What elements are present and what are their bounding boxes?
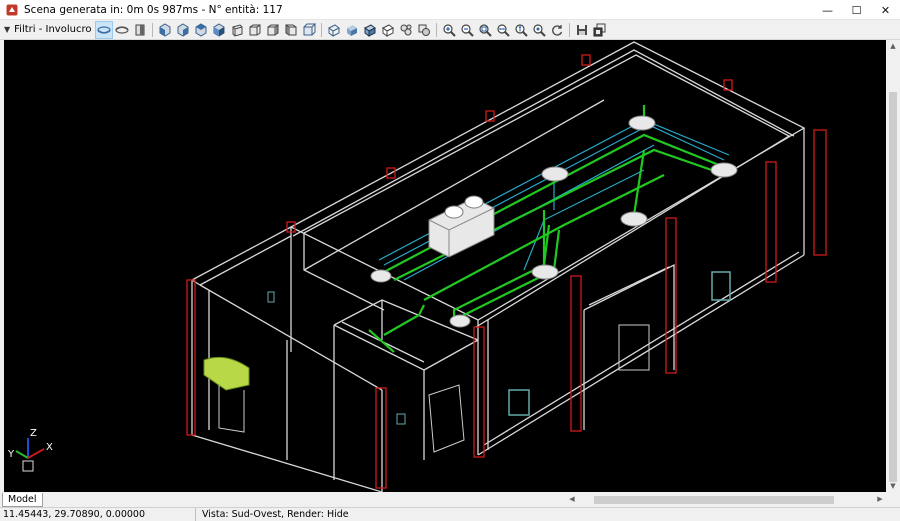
render-alt-button[interactable]	[416, 22, 432, 38]
view-left-icon	[177, 22, 189, 37]
title-bar: Scena generata in: 0m 0s 987ms - N° enti…	[0, 0, 900, 20]
shade-button[interactable]	[344, 22, 360, 38]
view-top-button[interactable]	[95, 20, 114, 39]
toolbar-separator	[569, 22, 571, 37]
outdoor-unit	[428, 195, 495, 258]
box-view-icon	[303, 23, 317, 35]
view-top-icon	[97, 25, 112, 34]
iso-ne-button[interactable]	[265, 22, 281, 38]
rotate-icon	[552, 24, 563, 36]
pan-icon	[533, 23, 547, 37]
app-window: Scena generata in: 0m 0s 987ms - N° enti…	[0, 0, 900, 521]
render-button[interactable]	[398, 22, 414, 38]
zoom-window-icon	[479, 23, 493, 37]
indoor-cassettes	[370, 115, 738, 328]
scroll-thumb-vertical[interactable]	[889, 92, 897, 482]
toolbar-separator	[321, 22, 323, 37]
export-button[interactable]	[592, 22, 608, 38]
status-coordinates: 11.45443, 29.70890, 0.00000	[0, 508, 196, 521]
axis-label-x: X	[46, 442, 53, 453]
zoom-out-button[interactable]	[459, 22, 475, 38]
tab-model[interactable]: Model	[2, 492, 43, 507]
save-button[interactable]	[574, 22, 590, 38]
axis-gizmo	[15, 438, 45, 472]
pipes	[368, 105, 727, 353]
rotate-button[interactable]	[549, 22, 565, 38]
maximize-button[interactable]: ☐	[842, 0, 871, 20]
view-side-icon	[135, 24, 145, 35]
app-icon	[6, 4, 18, 15]
toolbar-separator	[436, 22, 438, 37]
zoom-realtime-icon	[515, 23, 529, 37]
view-bottom-icon	[115, 25, 130, 34]
view-front-icon	[159, 22, 171, 37]
iso-sw-button[interactable]	[229, 22, 245, 38]
pan-button[interactable]	[531, 22, 547, 38]
scroll-down-button[interactable]: ▼	[886, 480, 900, 492]
wall-fixtures	[203, 271, 731, 453]
building-walls	[191, 41, 806, 492]
zoom-in-button[interactable]	[441, 22, 457, 38]
view-side-button[interactable]	[132, 22, 148, 38]
zoom-out-icon	[461, 23, 475, 37]
hide-icon	[382, 23, 395, 37]
zoom-in-icon	[443, 23, 457, 37]
box-view-button[interactable]	[301, 22, 317, 38]
view-left-button[interactable]	[175, 22, 191, 38]
view-front-button[interactable]	[157, 22, 173, 38]
scroll-right-button[interactable]: ▶	[874, 493, 886, 506]
shade-icon	[347, 24, 358, 36]
scroll-thumb-horizontal[interactable]	[594, 496, 834, 504]
view-right-button[interactable]	[193, 22, 209, 38]
render-icon	[400, 24, 412, 35]
iso-ne-icon	[267, 23, 279, 35]
view-right-icon	[195, 22, 207, 37]
view-back-button[interactable]	[211, 22, 227, 38]
toolbar-separator	[152, 22, 154, 37]
close-button[interactable]: ✕	[871, 0, 900, 20]
zoom-realtime-button[interactable]	[513, 22, 529, 38]
toolbar: ▼ Filtri - Involucro	[0, 20, 900, 40]
vertical-scrollbar[interactable]: ▲ ▼	[886, 40, 900, 492]
iso-sw-icon	[232, 23, 243, 37]
wireframe-icon	[328, 23, 341, 37]
iso-nw-button[interactable]	[283, 22, 299, 38]
window-title: Scena generata in: 0m 0s 987ms - N° enti…	[24, 3, 283, 16]
shade-edges-icon	[364, 23, 377, 37]
window-controls: — ☐ ✕	[813, 0, 900, 20]
layout-tabs-bar: Model ◀ ▶	[0, 492, 900, 507]
filter-label: Filtri - Involucro	[14, 24, 92, 35]
iso-nw-icon	[285, 23, 297, 35]
building-model: Z Y X	[7, 41, 827, 492]
view-bottom-button[interactable]	[114, 22, 130, 38]
iso-se-button[interactable]	[247, 22, 263, 38]
scroll-left-button[interactable]: ◀	[566, 493, 578, 506]
zoom-extents-button[interactable]	[495, 22, 511, 38]
save-icon	[577, 24, 588, 35]
cad-viewport[interactable]: Z Y X	[4, 40, 886, 492]
view-back-icon	[213, 22, 225, 37]
chevron-down-icon: ▼	[4, 25, 11, 34]
wireframe-button[interactable]	[326, 22, 342, 38]
minimize-button[interactable]: —	[813, 0, 842, 20]
axis-label-z: Z	[30, 428, 37, 439]
status-view-mode: Vista: Sud-Ovest, Render: Hide	[202, 509, 349, 520]
render-alt-icon	[418, 24, 431, 36]
hide-button[interactable]	[380, 22, 396, 38]
horizontal-scrollbar[interactable]: ◀ ▶	[566, 493, 886, 506]
scroll-up-button[interactable]: ▲	[886, 40, 900, 52]
export-icon	[593, 23, 606, 36]
zoom-extents-icon	[497, 23, 511, 37]
zoom-window-button[interactable]	[477, 22, 493, 38]
filter-dropdown[interactable]: ▼ Filtri - Involucro	[0, 21, 95, 39]
status-bar: 11.45443, 29.70890, 0.00000 Vista: Sud-O…	[0, 507, 900, 521]
shade-edges-button[interactable]	[362, 22, 378, 38]
iso-se-icon	[249, 23, 261, 35]
axis-label-y: Y	[7, 449, 15, 460]
